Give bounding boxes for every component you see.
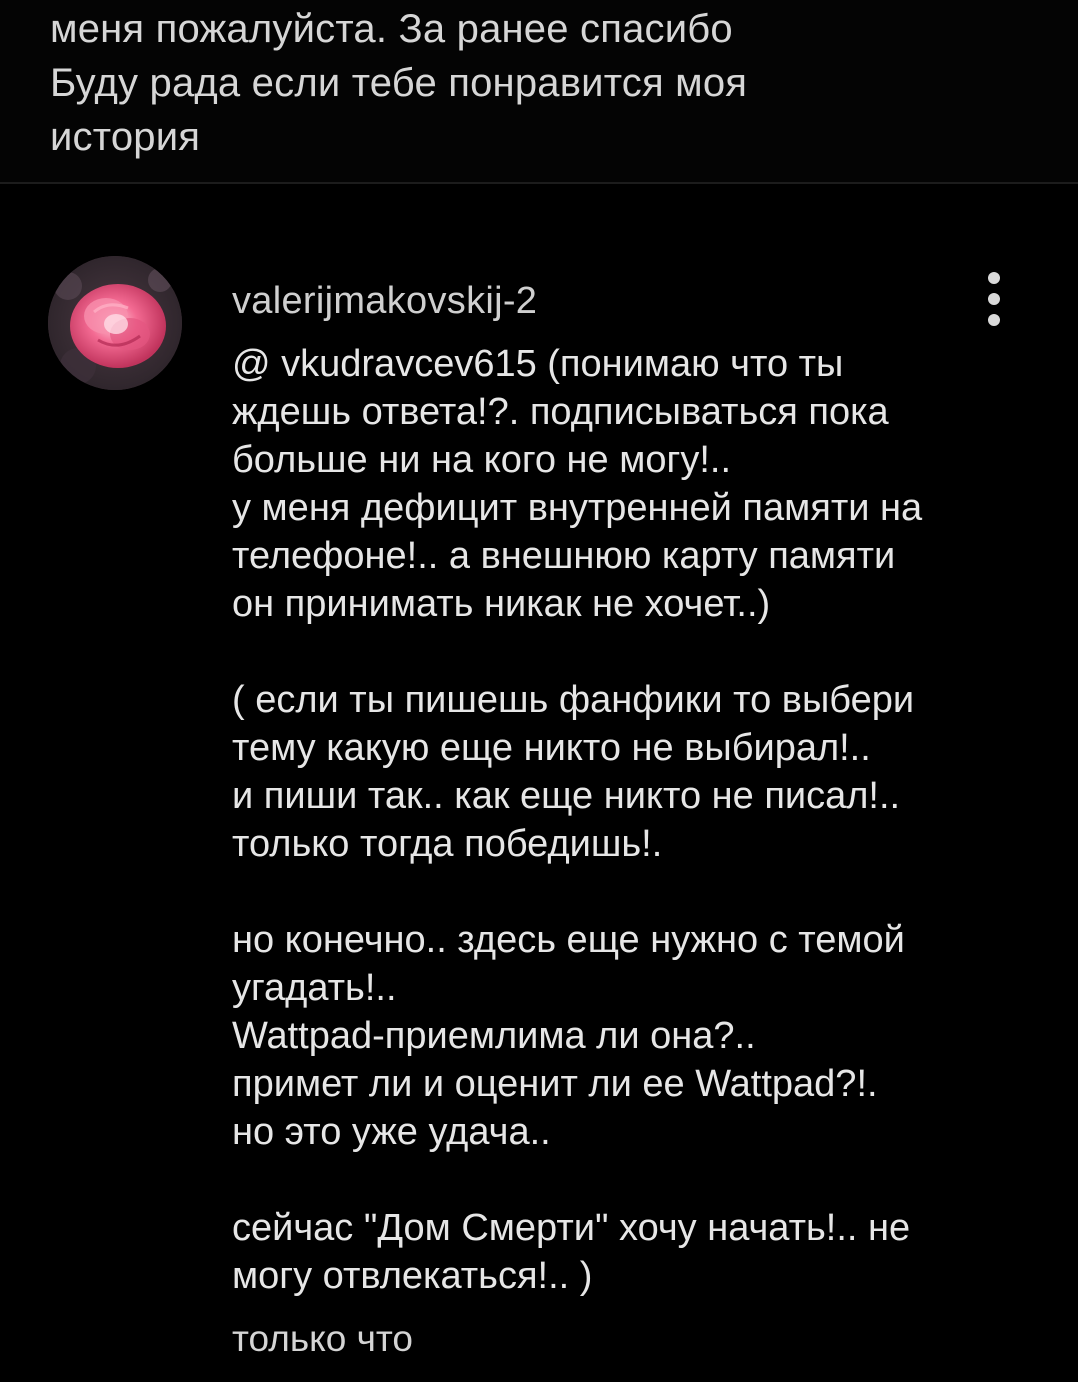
rose-avatar-icon <box>48 256 182 390</box>
comment-paragraph: но конечно.. здесь еще нужно с темой уга… <box>232 919 905 1153</box>
more-vertical-icon-dot-3 <box>988 314 1000 326</box>
more-options-button[interactable] <box>972 268 1016 330</box>
comment-paragraph: @ vkudravcev615 (понимаю что ты ждешь от… <box>232 343 923 625</box>
comment-timestamp: только что <box>232 1318 414 1359</box>
comment-body: @ vkudravcev615 (понимаю что ты ждешь от… <box>232 340 1032 1300</box>
more-vertical-icon-dot-2 <box>988 293 1000 305</box>
more-vertical-icon <box>988 272 1000 284</box>
comment-username[interactable]: valerijmakovskij-2 <box>232 276 537 326</box>
comment-paragraph: сейчас "Дом Смерти" хочу начать!.. не мо… <box>232 1207 911 1297</box>
previous-comment: меня пожалуйста. За ранее спасибо Буду р… <box>0 0 1078 182</box>
avatar[interactable] <box>48 256 182 390</box>
previous-comment-text: меня пожалуйста. За ранее спасибо Буду р… <box>50 7 748 159</box>
comment-paragraph: ( если ты пишешь фанфики то выбери тему … <box>232 679 915 865</box>
